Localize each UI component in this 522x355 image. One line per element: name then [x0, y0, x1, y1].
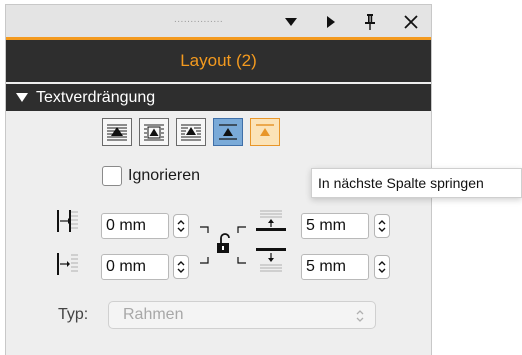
jump-to-next-column-icon [256, 124, 274, 136]
type-select[interactable]: Rahmen [108, 301, 376, 329]
close-icon [404, 15, 418, 29]
wrap-shape-button[interactable] [176, 118, 206, 146]
panel-title: Layout (2) [6, 40, 431, 82]
triangle-right-icon [327, 16, 335, 28]
top-offset-field[interactable]: 5 mm [301, 213, 369, 239]
wrap-options-group [102, 118, 287, 150]
stepper-arrows-icon [378, 220, 386, 232]
ignore-checkbox[interactable] [102, 166, 122, 186]
type-label: Typ: [58, 306, 89, 323]
unlocked-padlock-icon [217, 233, 230, 253]
tooltip: In nächste Spalte springen [311, 168, 522, 198]
section-header-textverdraengung[interactable]: Textverdrängung [6, 84, 431, 111]
close-panel-button[interactable] [400, 11, 422, 33]
stepper-arrows-icon [177, 261, 185, 273]
right-offset-field[interactable]: 0 mm [101, 254, 169, 280]
triangle-down-icon [285, 18, 297, 26]
select-arrows-icon [356, 310, 364, 322]
bottom-offset-icon [256, 248, 286, 272]
no-text-wrap-icon [107, 124, 127, 141]
right-offset-stepper[interactable] [173, 255, 189, 279]
bottom-offset-stepper[interactable] [374, 255, 390, 279]
wrap-around-shape-icon [181, 124, 201, 141]
stepper-arrows-icon [177, 220, 185, 232]
panel-menu-button[interactable] [280, 11, 302, 33]
jump-object-button[interactable] [213, 118, 243, 146]
section-label: Textverdrängung [36, 88, 156, 106]
jump-object-icon [219, 124, 237, 140]
pin-icon [365, 14, 375, 30]
link-offsets-button[interactable] [216, 233, 232, 255]
stepper-arrows-icon [378, 261, 386, 273]
ignore-row: Ignorieren [102, 166, 200, 186]
top-offset-icon [256, 210, 286, 231]
top-offset-stepper[interactable] [374, 214, 390, 238]
bottom-offset-field[interactable]: 5 mm [301, 254, 369, 280]
type-select-value: Rahmen [123, 306, 184, 323]
panel-titlebar: ............... [6, 5, 431, 40]
collapse-panel-button[interactable] [320, 11, 342, 33]
wrap-around-bounding-box-icon [144, 124, 164, 141]
ignore-label[interactable]: Ignorieren [128, 167, 200, 185]
no-text-wrap-button[interactable] [102, 118, 132, 146]
left-offset-field[interactable]: 0 mm [101, 213, 169, 239]
left-offset-stepper[interactable] [173, 214, 189, 238]
wrap-bounding-box-button[interactable] [139, 118, 169, 146]
pin-panel-button[interactable] [359, 11, 381, 33]
jump-next-column-button[interactable] [250, 118, 280, 146]
right-offset-icon [57, 253, 78, 275]
left-offset-icon [57, 210, 78, 232]
disclosure-triangle-icon [16, 93, 28, 102]
drag-grip[interactable]: ............... [174, 15, 234, 25]
